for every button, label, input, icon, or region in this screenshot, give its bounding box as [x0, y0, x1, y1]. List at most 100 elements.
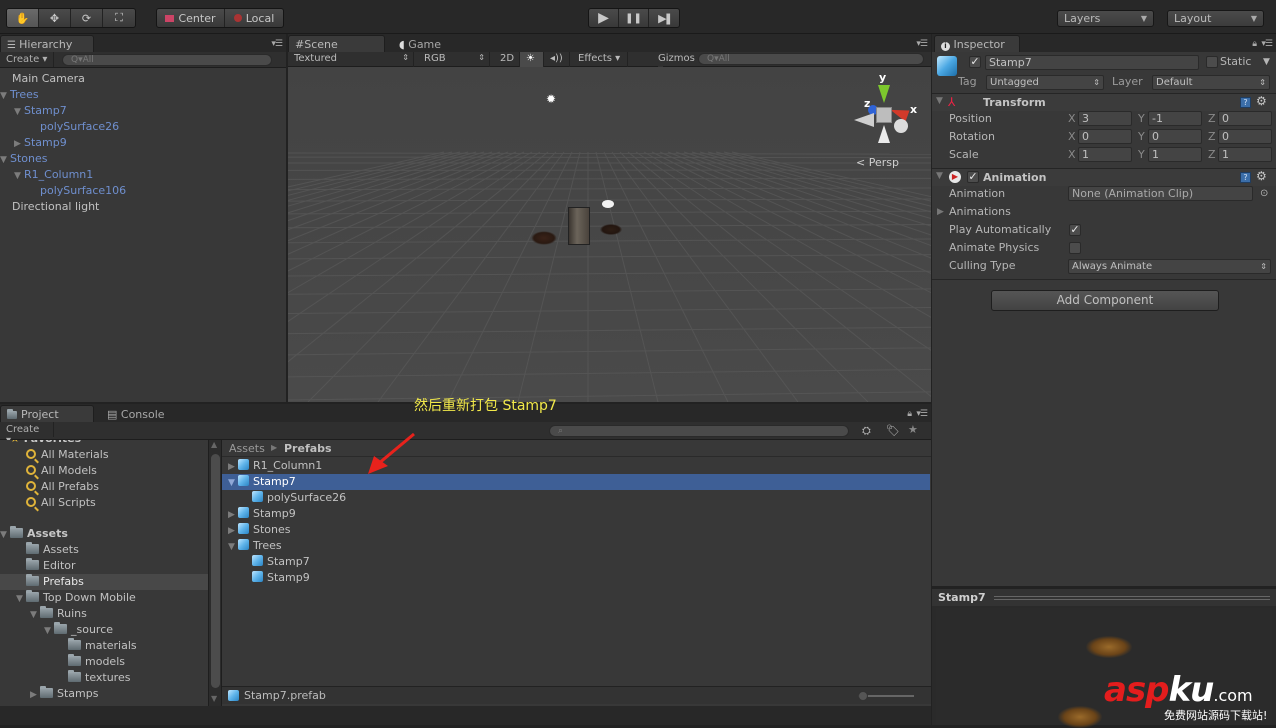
asset-item[interactable]: ▶Stones: [228, 522, 291, 538]
object-picker-icon[interactable]: ⊙: [1260, 186, 1268, 202]
layout-dropdown[interactable]: Layout▼: [1167, 10, 1264, 27]
animate-physics-checkbox[interactable]: [1069, 242, 1081, 254]
object-name-input[interactable]: Stamp7: [985, 55, 1199, 70]
panel-menu-icon[interactable]: ▾☰: [1261, 39, 1272, 49]
help-icon[interactable]: ?: [1240, 172, 1251, 183]
rotation-z-input[interactable]: 0: [1218, 129, 1272, 144]
stamp-object[interactable]: [531, 231, 557, 245]
expand-arrow-icon[interactable]: ▼: [16, 591, 26, 607]
scale-z-input[interactable]: 1: [1218, 147, 1272, 162]
hierarchy-item[interactable]: Main Camera: [12, 71, 85, 87]
asset-item-selected[interactable]: ▼Stamp7: [222, 474, 930, 490]
tab-hierarchy[interactable]: ☰ Hierarchy: [0, 35, 94, 52]
preview-drag-handle[interactable]: [994, 596, 1270, 600]
expand-arrow-icon[interactable]: ▼: [0, 152, 10, 168]
scroll-up-arrow-icon[interactable]: ▲: [211, 440, 217, 449]
folder-item[interactable]: ▶Stamps: [30, 686, 98, 702]
scale-tool-button[interactable]: ⛶: [103, 9, 135, 27]
search-by-label-icon[interactable]: 🏷︎: [886, 424, 900, 437]
tab-game[interactable]: ◖ Game: [392, 35, 462, 52]
scene-audio-toggle[interactable]: ◂)): [544, 52, 570, 67]
preview-header[interactable]: Stamp7: [932, 588, 1276, 606]
rotate-tool-button[interactable]: ⟳: [71, 9, 103, 27]
transform-header[interactable]: ▼ ⅄ Transform ? ⚙: [932, 93, 1276, 111]
asset-item[interactable]: Stamp7: [252, 554, 310, 570]
tab-project[interactable]: Project: [0, 405, 94, 422]
render-mode-dropdown[interactable]: RGB⇕: [418, 52, 490, 67]
panel-menu-icon[interactable]: ▾☰: [916, 39, 927, 49]
asset-item[interactable]: ▶Stamp9: [228, 506, 296, 522]
axis-neg-z-cone-icon[interactable]: [894, 119, 908, 133]
pause-button[interactable]: ❚❚: [619, 9, 649, 27]
pivot-center-button[interactable]: Center: [157, 9, 225, 27]
folder-item[interactable]: Assets: [26, 542, 79, 558]
projection-toggle[interactable]: < Persp: [856, 156, 899, 169]
hierarchy-item[interactable]: ▼Stones: [0, 151, 48, 167]
step-button[interactable]: ▶❚: [649, 9, 679, 27]
play-button[interactable]: ▶: [589, 9, 619, 27]
expand-arrow-icon[interactable]: ▼: [228, 475, 238, 491]
animation-header[interactable]: ▼ ▶ ✓ Animation ? ⚙: [932, 168, 1276, 186]
tab-scene[interactable]: #Scene: [288, 35, 385, 52]
favorite-item[interactable]: All Prefabs: [26, 479, 99, 495]
icon-size-slider-thumb[interactable]: [858, 691, 868, 701]
move-tool-button[interactable]: ✥: [39, 9, 71, 27]
animation-enabled-checkbox[interactable]: ✓: [967, 171, 979, 183]
hand-tool-button[interactable]: ✋: [7, 9, 39, 27]
folder-item-selected[interactable]: Prefabs: [0, 574, 208, 590]
gizmos-dropdown[interactable]: Gizmos ▾: [652, 52, 690, 67]
folder-item[interactable]: Editor: [26, 558, 76, 574]
column-object[interactable]: [568, 207, 590, 245]
collapse-arrow-icon[interactable]: ▶: [14, 136, 24, 152]
gizmo-center-cube-icon[interactable]: [876, 107, 892, 123]
lock-icon[interactable]: 🔒︎: [907, 409, 911, 419]
effects-dropdown[interactable]: Effects ▾: [572, 52, 628, 67]
folder-item[interactable]: ▼Ruins: [30, 606, 87, 622]
layer-dropdown[interactable]: Default⇕: [1152, 75, 1270, 90]
stamp-object[interactable]: [600, 224, 622, 235]
expand-arrow-icon[interactable]: ▼: [0, 88, 10, 104]
scrollbar-thumb[interactable]: [211, 454, 220, 688]
tab-console[interactable]: ▤ Console: [100, 405, 180, 422]
axis-y-cone-icon[interactable]: [878, 85, 890, 103]
rotation-y-input[interactable]: 0: [1148, 129, 1202, 144]
hierarchy-item[interactable]: ▼Stamp7: [14, 103, 67, 119]
rotation-x-input[interactable]: 0: [1078, 129, 1132, 144]
collapse-arrow-icon[interactable]: ▶: [228, 523, 238, 539]
hierarchy-create-button[interactable]: Create ▾: [0, 52, 54, 67]
pivot-local-button[interactable]: Local: [225, 9, 283, 27]
expand-arrow-icon[interactable]: ▼: [30, 607, 40, 623]
asset-item[interactable]: polySurface26: [252, 490, 346, 506]
hierarchy-item[interactable]: polySurface26: [40, 119, 119, 135]
collapse-arrow-icon[interactable]: ▶: [228, 507, 238, 523]
expand-arrow-icon[interactable]: ▼: [44, 623, 54, 639]
static-checkbox[interactable]: [1206, 56, 1218, 68]
gear-icon[interactable]: ⚙: [1256, 94, 1267, 108]
2d-toggle[interactable]: 2D: [494, 52, 520, 67]
folder-tree-scrollbar[interactable]: ▲ ▼: [208, 440, 222, 706]
breadcrumb-prefabs[interactable]: Prefabs: [284, 442, 332, 455]
asset-item[interactable]: ▼Trees: [228, 538, 282, 554]
animation-clip-field[interactable]: None (Animation Clip): [1068, 186, 1253, 201]
expand-arrow-icon[interactable]: ▼: [228, 539, 238, 555]
expand-arrow-icon[interactable]: ▼: [936, 96, 943, 106]
project-search-input[interactable]: ⌕: [549, 425, 849, 437]
favorite-item[interactable]: All Materials: [26, 447, 109, 463]
folder-item[interactable]: ▼Assets: [0, 526, 68, 542]
hierarchy-item[interactable]: ▶Stamp9: [14, 135, 67, 151]
collapse-arrow-icon[interactable]: ▶: [30, 687, 40, 703]
scale-x-input[interactable]: 1: [1078, 147, 1132, 162]
asset-item[interactable]: ▶R1_Column1: [228, 458, 322, 474]
panel-menu-icon[interactable]: ▾☰: [916, 409, 927, 419]
search-by-type-icon[interactable]: ⛭: [862, 424, 871, 438]
panel-menu-icon[interactable]: ▾☰: [271, 39, 282, 49]
favorites-header[interactable]: ★ Favorites: [10, 440, 81, 447]
folder-item[interactable]: ▼_source: [44, 622, 113, 638]
active-checkbox[interactable]: ✓: [969, 56, 981, 68]
project-create-button[interactable]: Create ▾: [0, 422, 54, 437]
folder-item[interactable]: ▼Top Down Mobile: [16, 590, 136, 606]
hierarchy-item[interactable]: ▼Trees: [0, 87, 39, 103]
expand-arrow-icon[interactable]: ▼: [936, 171, 943, 181]
axis-neg-x-cone-icon[interactable]: [854, 113, 874, 127]
favorite-item[interactable]: All Models: [26, 463, 97, 479]
